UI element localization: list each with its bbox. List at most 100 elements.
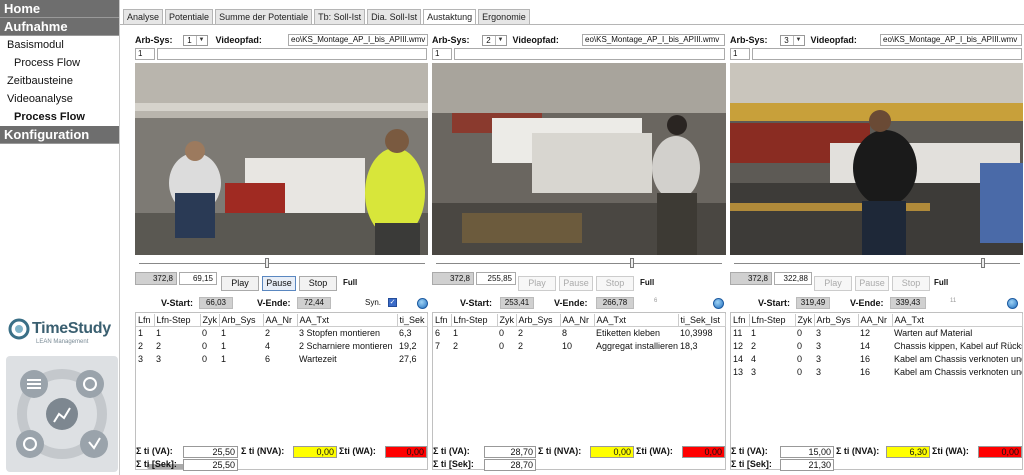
full-button[interactable]: Full bbox=[934, 278, 948, 287]
col-zyk[interactable]: Zyk bbox=[200, 314, 220, 327]
col-aa-nr[interactable]: AA_Nr bbox=[858, 314, 893, 327]
sum-nva-label: Σ ti (NVA): bbox=[538, 446, 582, 456]
video-frame[interactable] bbox=[432, 63, 726, 255]
globe-icon[interactable] bbox=[713, 298, 724, 309]
sum-wa-label: Σti (WA): bbox=[339, 446, 376, 456]
sum-sek-label: Σ ti [Sek]: bbox=[433, 459, 474, 469]
lean-cycle-graphic bbox=[6, 356, 118, 472]
globe-icon[interactable] bbox=[1007, 298, 1018, 309]
seek-slider[interactable] bbox=[436, 258, 722, 268]
cell: 7 bbox=[435, 340, 441, 351]
play-button[interactable]: Play bbox=[518, 276, 556, 291]
tab-potentiale[interactable]: Potentiale bbox=[165, 9, 214, 24]
tab-dia-soll-ist[interactable]: Dia. Soll-Ist bbox=[367, 9, 422, 24]
col-zyk[interactable]: Zyk bbox=[795, 314, 815, 327]
video-frame[interactable] bbox=[135, 63, 428, 255]
syn-checkbox[interactable]: ✓ bbox=[388, 298, 397, 307]
col-arb-sys[interactable]: Arb_Sys bbox=[219, 314, 264, 327]
nav-item-process-flow-video[interactable]: Process Flow bbox=[0, 108, 119, 126]
videopfad-field[interactable]: eo\KS_Montage_AP_I_bis_APIII.wmv bbox=[288, 34, 428, 46]
seek-thumb[interactable] bbox=[265, 258, 269, 268]
sum-va-label: Σ ti (VA): bbox=[433, 446, 470, 456]
segment-index[interactable]: 1 bbox=[135, 48, 155, 60]
full-button[interactable]: Full bbox=[640, 278, 654, 287]
table-row[interactable]: 3 3 0 1 6 Wartezeit 27,6 bbox=[136, 352, 427, 365]
col-ti-sek[interactable]: ti_Sek bbox=[397, 314, 428, 327]
col-lfn[interactable]: Lfn bbox=[433, 314, 452, 327]
tab-ergonomie[interactable]: Ergonomie bbox=[478, 9, 530, 24]
col-aa-txt[interactable]: AA_Txt bbox=[297, 314, 398, 327]
col-lfn-step[interactable]: Lfn-Step bbox=[154, 314, 201, 327]
table-row[interactable]: 13 3 0 3 16 Kabel am Chassis verknoten und bbox=[731, 365, 1022, 378]
cell: 2 bbox=[453, 340, 459, 351]
videopfad-field[interactable]: eo\KS_Montage_AP_I_bis_APIII.wmv bbox=[582, 34, 725, 46]
pause-button[interactable]: Pause bbox=[855, 276, 889, 291]
cell: 3 bbox=[816, 340, 822, 351]
stop-button[interactable]: Stop bbox=[299, 276, 337, 291]
col-arb-sys[interactable]: Arb_Sys bbox=[516, 314, 561, 327]
stop-button[interactable]: Stop bbox=[892, 276, 930, 291]
tab-analyse[interactable]: Analyse bbox=[123, 9, 164, 24]
seek-thumb[interactable] bbox=[981, 258, 985, 268]
table-row[interactable]: 11 1 0 3 12 Warten auf Material bbox=[731, 326, 1022, 339]
nav-item-zeitbausteine[interactable]: Zeitbausteine bbox=[0, 72, 119, 90]
table-row[interactable]: 1 1 0 1 2 3 Stopfen montieren 6,3 bbox=[136, 326, 427, 339]
sum-nva-value: 0,00 bbox=[590, 446, 634, 458]
videopfad-field[interactable]: eo\KS_Montage_AP_I_bis_APIII.wmv bbox=[880, 34, 1022, 46]
table-header: Lfn Lfn-Step Zyk Arb_Sys AA_Nr AA_Txt ti… bbox=[433, 314, 726, 327]
nav-item-basismodul[interactable]: Basismodul bbox=[0, 36, 119, 54]
segment-index[interactable]: 1 bbox=[432, 48, 452, 60]
seek-slider[interactable] bbox=[734, 258, 1020, 268]
table-row[interactable]: 14 4 0 3 16 Kabel am Chassis verknoten und bbox=[731, 352, 1022, 365]
col-lfn[interactable]: Lfn bbox=[136, 314, 155, 327]
seek-slider[interactable] bbox=[139, 258, 425, 268]
col-ti-sek-ist[interactable]: ti_Sek_Ist bbox=[678, 314, 726, 327]
seek-thumb[interactable] bbox=[630, 258, 634, 268]
col-aa-nr[interactable]: AA_Nr bbox=[560, 314, 595, 327]
col-aa-nr[interactable]: AA_Nr bbox=[263, 314, 298, 327]
arb-sys-label: Arb-Sys: bbox=[730, 35, 768, 45]
col-aa-txt[interactable]: AA_Txt bbox=[594, 314, 679, 327]
tab-summe-der-potentiale[interactable]: Summe der Potentiale bbox=[215, 9, 313, 24]
sum-wa-label: Σti (WA): bbox=[932, 446, 969, 456]
pause-button[interactable]: Pause bbox=[262, 276, 296, 291]
tab-austaktung[interactable]: Austaktung bbox=[423, 9, 477, 25]
stop-button[interactable]: Stop bbox=[596, 276, 634, 291]
arb-sys-select[interactable]: 2 ▼ bbox=[481, 34, 507, 46]
cell: Wartezeit bbox=[299, 353, 337, 364]
col-lfn-step[interactable]: Lfn-Step bbox=[749, 314, 796, 327]
col-arb-sys[interactable]: Arb_Sys bbox=[814, 314, 859, 327]
play-button[interactable]: Play bbox=[221, 276, 259, 291]
table-header: Lfn Lfn-Step Zyk Arb_Sys AA_Nr AA_Txt ti… bbox=[136, 314, 428, 327]
cell: 3 bbox=[816, 353, 822, 364]
sum-nva-label: Σ ti (NVA): bbox=[241, 446, 285, 456]
arb-sys-select[interactable]: 1 ▼ bbox=[182, 34, 208, 46]
nav-konfiguration[interactable]: Konfiguration bbox=[0, 126, 119, 144]
table-row[interactable]: 2 2 0 1 4 2 Scharniere montieren 19,2 bbox=[136, 339, 427, 352]
globe-icon[interactable] bbox=[417, 298, 428, 309]
segment-index[interactable]: 1 bbox=[730, 48, 750, 60]
nav-item-process-flow[interactable]: Process Flow bbox=[0, 54, 119, 72]
col-zyk[interactable]: Zyk bbox=[497, 314, 517, 327]
video-position: 69,15 bbox=[179, 272, 217, 285]
table-row[interactable]: 7 2 0 2 10 Aggregat installieren 18,3 bbox=[433, 339, 725, 352]
nav-aufnahme[interactable]: Aufnahme bbox=[0, 18, 119, 36]
table-row[interactable]: 12 2 0 3 14 Chassis kippen, Kabel auf Rücks bbox=[731, 339, 1022, 352]
play-button[interactable]: Play bbox=[814, 276, 852, 291]
col-aa-txt[interactable]: AA_Txt bbox=[892, 314, 1023, 327]
table-row[interactable]: 6 1 0 2 8 Etiketten kleben 10,3998 bbox=[433, 326, 725, 339]
tab-tb-soll-ist[interactable]: Tb: Soll-Ist bbox=[314, 9, 366, 24]
video-frame[interactable] bbox=[730, 63, 1023, 255]
cell: 2 bbox=[518, 327, 524, 338]
full-button[interactable]: Full bbox=[343, 278, 357, 287]
nav-home[interactable]: Home bbox=[0, 0, 119, 18]
pause-button[interactable]: Pause bbox=[559, 276, 593, 291]
cell: 2 bbox=[751, 340, 757, 351]
timestudy-logo-icon bbox=[8, 318, 30, 340]
v-start-value: 253,41 bbox=[500, 297, 534, 309]
col-lfn[interactable]: Lfn bbox=[731, 314, 750, 327]
arb-sys-select[interactable]: 3 ▼ bbox=[779, 34, 805, 46]
nav-item-videoanalyse[interactable]: Videoanalyse bbox=[0, 90, 119, 108]
cell: 3 bbox=[138, 353, 144, 364]
col-lfn-step[interactable]: Lfn-Step bbox=[451, 314, 498, 327]
